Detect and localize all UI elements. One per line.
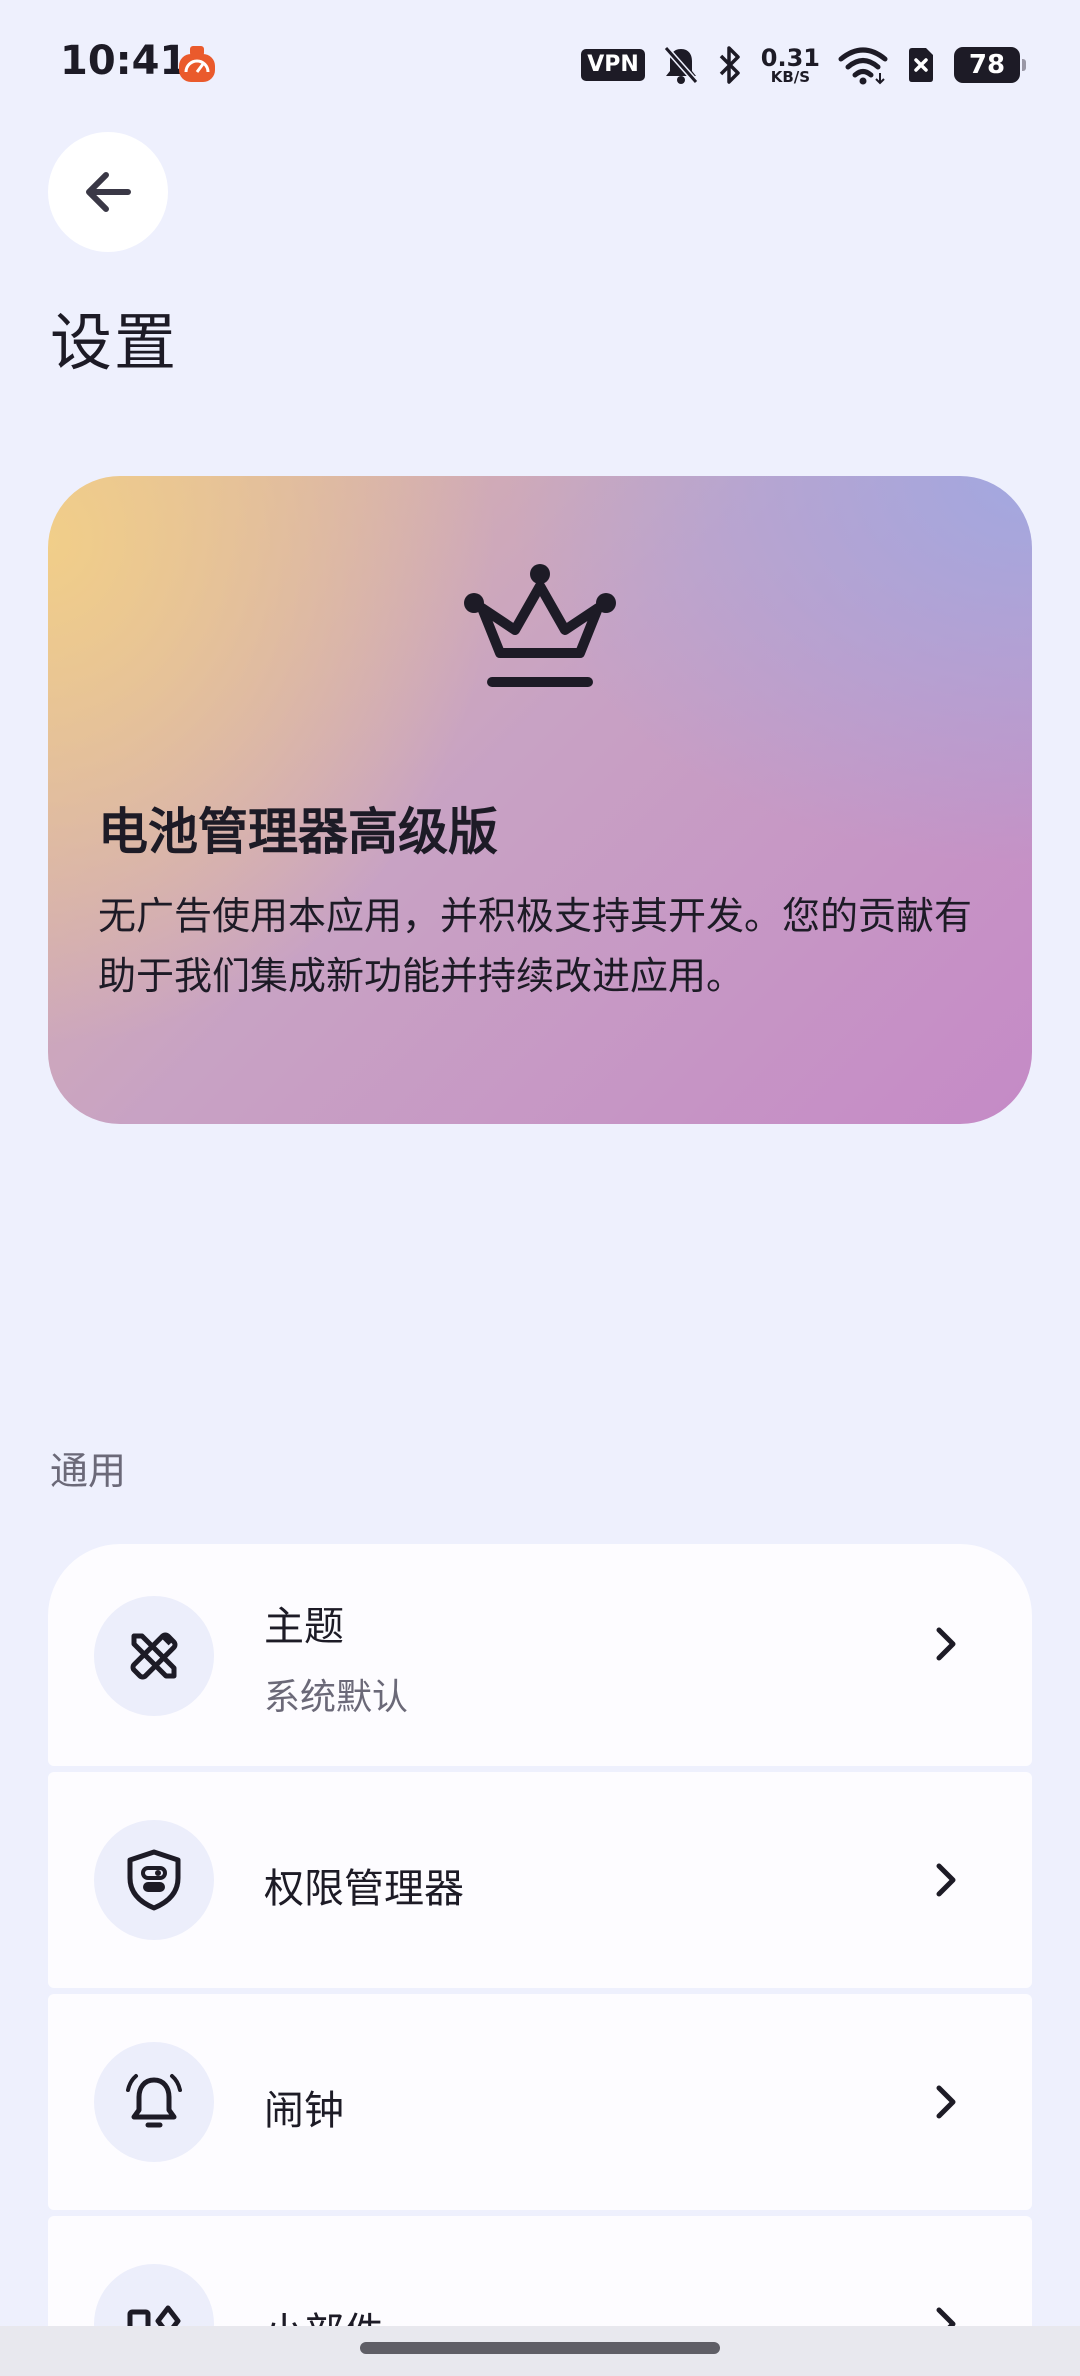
chevron-right-icon — [936, 1863, 956, 1897]
permission-icon-container — [94, 1820, 214, 1940]
chevron-right-icon — [936, 1627, 956, 1661]
settings-item-permission-label: 权限管理器 — [264, 1866, 464, 1912]
bluetooth-icon — [719, 46, 740, 84]
net-speed-unit: KB/S — [770, 67, 811, 86]
back-button[interactable] — [48, 132, 168, 252]
status-bar: 10:41 VPN 0.31 KB/S 78 — [0, 0, 1080, 130]
page-title: 设置 — [50, 306, 179, 379]
net-speed-value: 0.31 — [760, 43, 820, 72]
premium-title: 电池管理器高级版 — [98, 803, 498, 861]
chevron-right-icon — [936, 2085, 956, 2119]
wifi-icon — [838, 47, 888, 85]
gesture-handle[interactable] — [360, 2342, 720, 2354]
premium-description: 无广告使用本应用，并积极支持其开发。您的贡献有助于我们集成新功能并持续改进应用。 — [98, 894, 973, 998]
alarm-bell-icon — [126, 2074, 182, 2128]
settings-item-permission-manager[interactable]: 权限管理器 — [48, 1772, 1032, 1988]
app-notification-icon — [179, 46, 215, 82]
mute-bell-icon — [663, 46, 699, 84]
vpn-badge: VPN — [581, 49, 645, 81]
battery-indicator: 78 — [954, 47, 1026, 83]
theme-icon-container — [94, 1596, 214, 1716]
settings-item-alarm-label: 闹钟 — [264, 2088, 344, 2134]
net-speed: 0.31 KB/S — [761, 46, 820, 85]
shield-toggle-icon — [127, 1849, 181, 1911]
settings-item-alarm[interactable]: 闹钟 — [48, 1994, 1032, 2210]
crown-icon — [464, 564, 616, 687]
settings-item-theme[interactable]: 主题 系统默认 — [48, 1544, 1032, 1766]
settings-screen: 10:41 VPN 0.31 KB/S 78 设置 电池管理器高级版 无广告使用… — [0, 0, 1080, 2376]
premium-card[interactable]: 电池管理器高级版 无广告使用本应用，并积极支持其开发。您的贡献有助于我们集成新功… — [48, 476, 1032, 1124]
sim-off-icon — [909, 48, 933, 82]
section-label-general: 通用 — [50, 1449, 127, 1493]
settings-item-theme-sublabel: 系统默认 — [264, 1677, 409, 1718]
status-time: 10:41 — [60, 38, 188, 84]
design-tools-icon — [130, 1632, 178, 1680]
alarm-icon-container — [94, 2042, 214, 2162]
settings-item-theme-label: 主题 — [264, 1604, 344, 1650]
status-icons: VPN 0.31 KB/S 78 — [581, 40, 1026, 90]
arrow-left-icon — [86, 172, 131, 212]
